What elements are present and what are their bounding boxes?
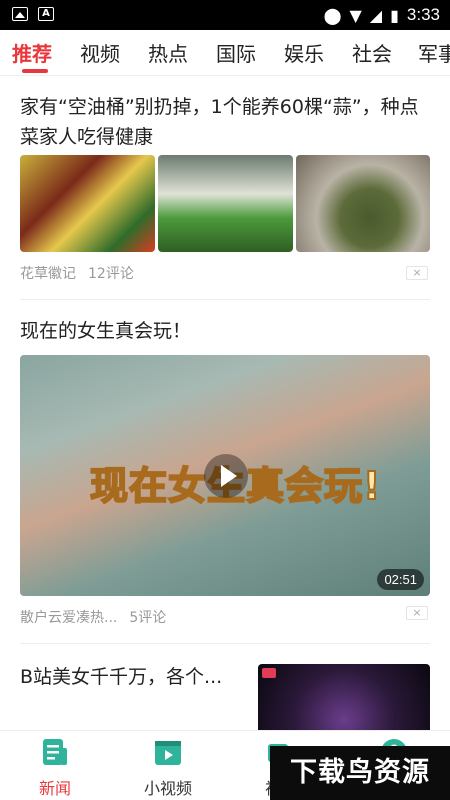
news-icon xyxy=(43,739,67,765)
video-duration: 02:51 xyxy=(377,569,424,590)
dismiss-button[interactable]: × xyxy=(406,266,428,280)
tab-video[interactable]: 视频 xyxy=(80,38,120,67)
divider xyxy=(20,643,430,644)
system-status: ⬤ ▼ ◢ ▮ 3:33 xyxy=(324,5,440,25)
tab-military[interactable]: 军事 xyxy=(418,38,450,67)
video-comments: 5评论 xyxy=(129,610,167,626)
status-bar: A ⬤ ▼ ◢ ▮ 3:33 xyxy=(0,0,450,30)
video-icon xyxy=(155,741,181,765)
nav-news-label: 新闻 xyxy=(38,779,71,798)
video-source: 散户云爱凑热... xyxy=(20,610,118,626)
tab-hot[interactable]: 热点 xyxy=(148,38,188,67)
nav-short-video[interactable]: 小视频 xyxy=(123,737,213,799)
active-tab-indicator xyxy=(22,69,48,73)
article-title[interactable]: B站美女千千万，各个... xyxy=(20,662,240,692)
nav-short-video-label: 小视频 xyxy=(143,779,192,798)
article-thumbnail-oil-drums[interactable] xyxy=(20,155,155,252)
battery-icon: ▮ xyxy=(390,5,399,25)
play-icon[interactable] xyxy=(204,454,248,498)
tab-society[interactable]: 社会 xyxy=(352,38,392,67)
tab-international[interactable]: 国际 xyxy=(216,38,256,67)
video-thumbnail[interactable]: 现在女生真会玩! 02:51 xyxy=(20,355,430,596)
video-article-title[interactable]: 现在的女生真会玩！ xyxy=(20,316,432,346)
video-meta: 散户云爱凑热... 5评论 xyxy=(20,607,166,627)
watermark: 下载鸟资源 xyxy=(270,746,450,800)
clock: 3:33 xyxy=(406,5,440,24)
image-notification-icon xyxy=(12,7,28,21)
article-thumbnail-garlic-sprouts[interactable] xyxy=(158,155,293,252)
signal-icon: ◢ xyxy=(369,5,383,25)
location-icon: ⬤ xyxy=(323,5,342,25)
article-meta: 花草徽记 12评论 xyxy=(20,263,134,283)
tab-entertainment[interactable]: 娱乐 xyxy=(284,38,324,67)
divider xyxy=(20,299,430,300)
wifi-icon: ▼ xyxy=(349,5,362,25)
article-title[interactable]: 家有“空油桶”别扔掉，1个能养60棵“蒜”，种点菜家人吃得健康 xyxy=(20,92,432,152)
article-source: 花草徽记 xyxy=(20,266,76,282)
font-notification-icon: A xyxy=(38,7,54,21)
category-tabs: 推荐 视频 热点 国际 娱乐 社会 军事 xyxy=(0,30,450,76)
article-thumbnail-greens[interactable] xyxy=(296,155,430,252)
dismiss-button[interactable]: × xyxy=(406,606,428,620)
article-comments: 12评论 xyxy=(88,266,134,282)
logo-icon xyxy=(262,668,276,678)
tab-recommend[interactable]: 推荐 xyxy=(12,38,52,67)
notification-icons: A xyxy=(12,7,54,21)
nav-news[interactable]: 新闻 xyxy=(10,737,100,799)
